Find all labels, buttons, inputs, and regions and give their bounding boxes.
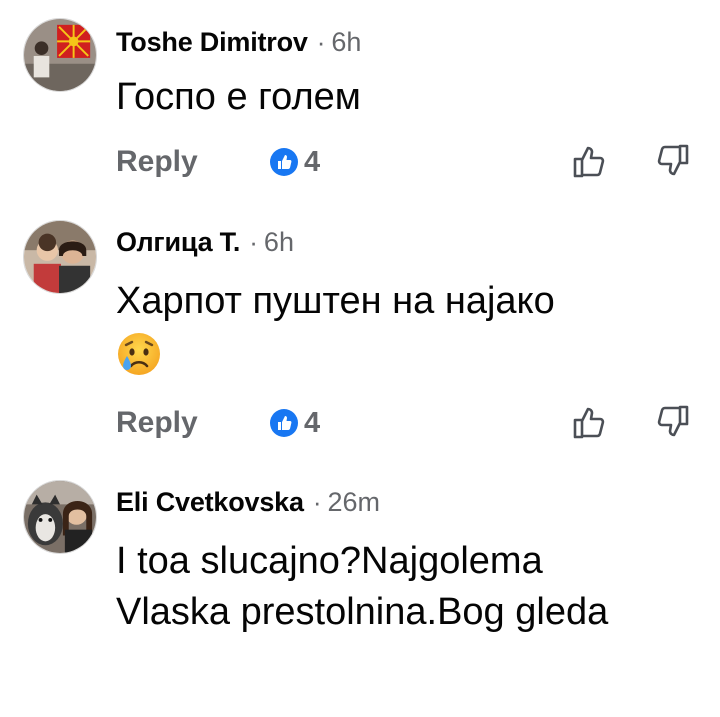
user-avatar-icon bbox=[24, 481, 96, 553]
user-avatar-icon bbox=[24, 221, 96, 293]
thumbs-down-icon[interactable] bbox=[656, 142, 690, 180]
author-name[interactable]: Toshe Dimitrov bbox=[116, 27, 308, 58]
comment-actions: Reply 4 bbox=[116, 140, 696, 184]
avatar[interactable] bbox=[23, 480, 97, 554]
comment-time[interactable]: 6h bbox=[264, 227, 294, 258]
crying-face-emoji-icon bbox=[118, 333, 160, 375]
reaction-summary[interactable]: 4 bbox=[270, 140, 320, 184]
comment-text: Госпо е голем bbox=[116, 76, 361, 118]
reply-button[interactable]: Reply bbox=[116, 140, 198, 184]
reaction-count: 4 bbox=[304, 145, 321, 178]
comment-text-line: Харпот пуштен на најако bbox=[116, 280, 555, 322]
comment-text: I toa slucajno?Najgolema Vlaska prestoln… bbox=[116, 540, 609, 633]
thumbs-down-icon[interactable] bbox=[656, 403, 690, 441]
like-reaction-icon bbox=[270, 409, 298, 437]
user-avatar-icon bbox=[24, 19, 96, 91]
comment-actions: Reply 4 bbox=[116, 401, 696, 445]
separator-dot: · bbox=[249, 226, 258, 257]
comment-text: Харпот пуштен на најако bbox=[116, 276, 696, 377]
reply-button[interactable]: Reply bbox=[116, 401, 198, 445]
avatar[interactable] bbox=[23, 220, 97, 294]
comment-header: Toshe Dimitrov · 6h bbox=[116, 22, 361, 62]
author-name[interactable]: Олгица Т. bbox=[116, 227, 240, 258]
comment-time[interactable]: 26m bbox=[327, 487, 380, 518]
like-reaction-icon bbox=[270, 148, 298, 176]
avatar[interactable] bbox=[23, 18, 97, 92]
author-name[interactable]: Eli Cvetkovska bbox=[116, 487, 304, 518]
reaction-summary[interactable]: 4 bbox=[270, 401, 320, 445]
thumbs-up-icon[interactable] bbox=[572, 403, 606, 441]
thumbs-up-icon[interactable] bbox=[572, 142, 606, 180]
comment-time[interactable]: 6h bbox=[331, 27, 361, 58]
comment-header: Eli Cvetkovska · 26m bbox=[116, 482, 380, 522]
comment-header: Олгица Т. · 6h bbox=[116, 222, 294, 262]
separator-dot: · bbox=[316, 26, 326, 57]
separator-dot: · bbox=[312, 486, 322, 517]
reaction-count: 4 bbox=[304, 406, 321, 439]
